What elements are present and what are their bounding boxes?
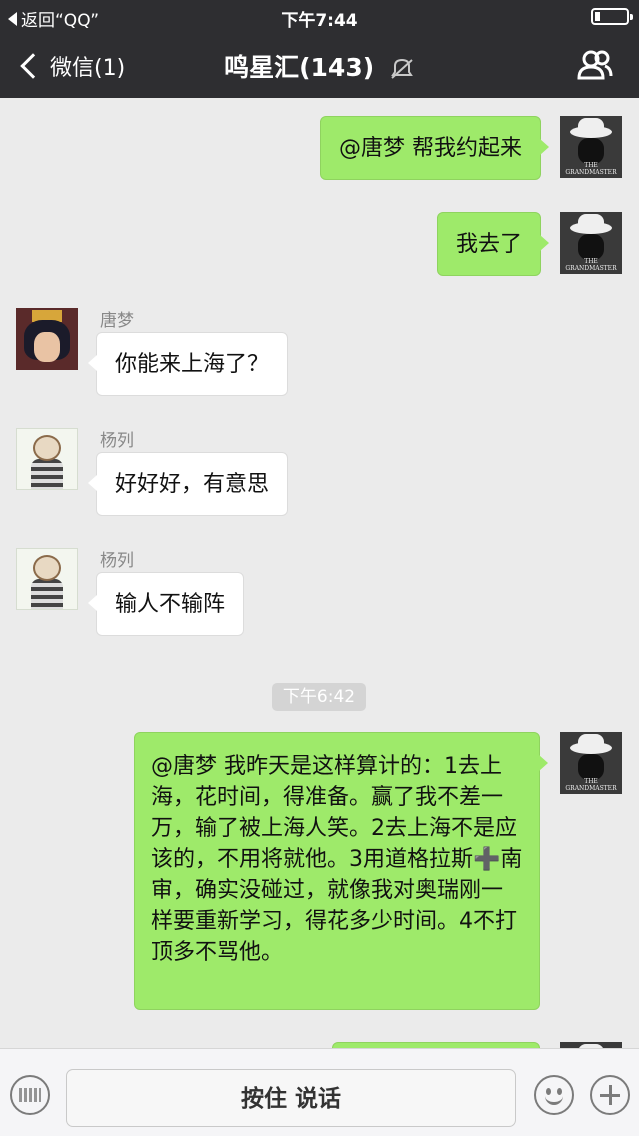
emoji-icon[interactable] bbox=[534, 1075, 574, 1115]
mute-icon bbox=[391, 58, 413, 79]
message-bubble-incoming[interactable]: 好好好，有意思 bbox=[87, 452, 289, 516]
sender-name: 杨列 bbox=[100, 431, 134, 451]
chat-title: 鸣星汇(143) bbox=[0, 48, 639, 84]
sender-name: 杨列 bbox=[100, 551, 134, 571]
my-avatar[interactable]: THE GRANDMASTER bbox=[560, 732, 622, 794]
sender-name: 唐梦 bbox=[100, 311, 134, 331]
avatar-yanglie[interactable] bbox=[16, 548, 78, 610]
message-bubble-outgoing[interactable]: @唐梦 我昨天是这样算计的：1去上海，花时间，得准备。赢了我不差一万，输了被上海… bbox=[134, 732, 548, 1010]
avatar-caption: THE GRANDMASTER bbox=[565, 258, 617, 272]
status-time: 下午7:44 bbox=[281, 11, 358, 31]
my-avatar[interactable]: THE GRANDMASTER bbox=[560, 212, 622, 274]
nav-bar: 微信(1) 鸣星汇(143) bbox=[0, 32, 639, 98]
message-bubble-incoming[interactable]: 你能来上海了？ bbox=[87, 332, 289, 396]
avatar-yanglie[interactable] bbox=[16, 428, 78, 490]
status-bar: 返回“QQ” 下午7:44 bbox=[0, 0, 639, 32]
my-avatar[interactable]: THE GRANDMASTER bbox=[560, 116, 622, 178]
message-timestamp: 下午6:42 bbox=[272, 683, 366, 711]
hold-to-talk-button[interactable]: 按住 说话 bbox=[66, 1069, 516, 1127]
avatar-tangmeng[interactable] bbox=[16, 308, 78, 370]
battery-icon bbox=[591, 8, 633, 25]
chat-title-text: 鸣星汇(143) bbox=[224, 53, 375, 82]
avatar-caption: THE GRANDMASTER bbox=[565, 778, 617, 792]
group-members-icon[interactable] bbox=[577, 50, 613, 80]
keyboard-icon[interactable] bbox=[10, 1075, 50, 1115]
message-bubble-outgoing[interactable]: 我去了 bbox=[436, 212, 550, 276]
message-bubble-outgoing[interactable]: @唐梦 帮我约起来 bbox=[320, 116, 549, 180]
input-bar: 按住 说话 bbox=[0, 1048, 639, 1136]
plus-icon[interactable] bbox=[590, 1075, 630, 1115]
avatar-caption: THE GRANDMASTER bbox=[565, 162, 617, 176]
header: 返回“QQ” 下午7:44 微信(1) 鸣星汇(143) bbox=[0, 0, 639, 98]
message-list[interactable]: THE GRANDMASTER @唐梦 帮我约起来 THE GRANDMASTE… bbox=[0, 98, 639, 1048]
message-bubble-incoming[interactable]: 输人不输阵 bbox=[87, 572, 245, 636]
